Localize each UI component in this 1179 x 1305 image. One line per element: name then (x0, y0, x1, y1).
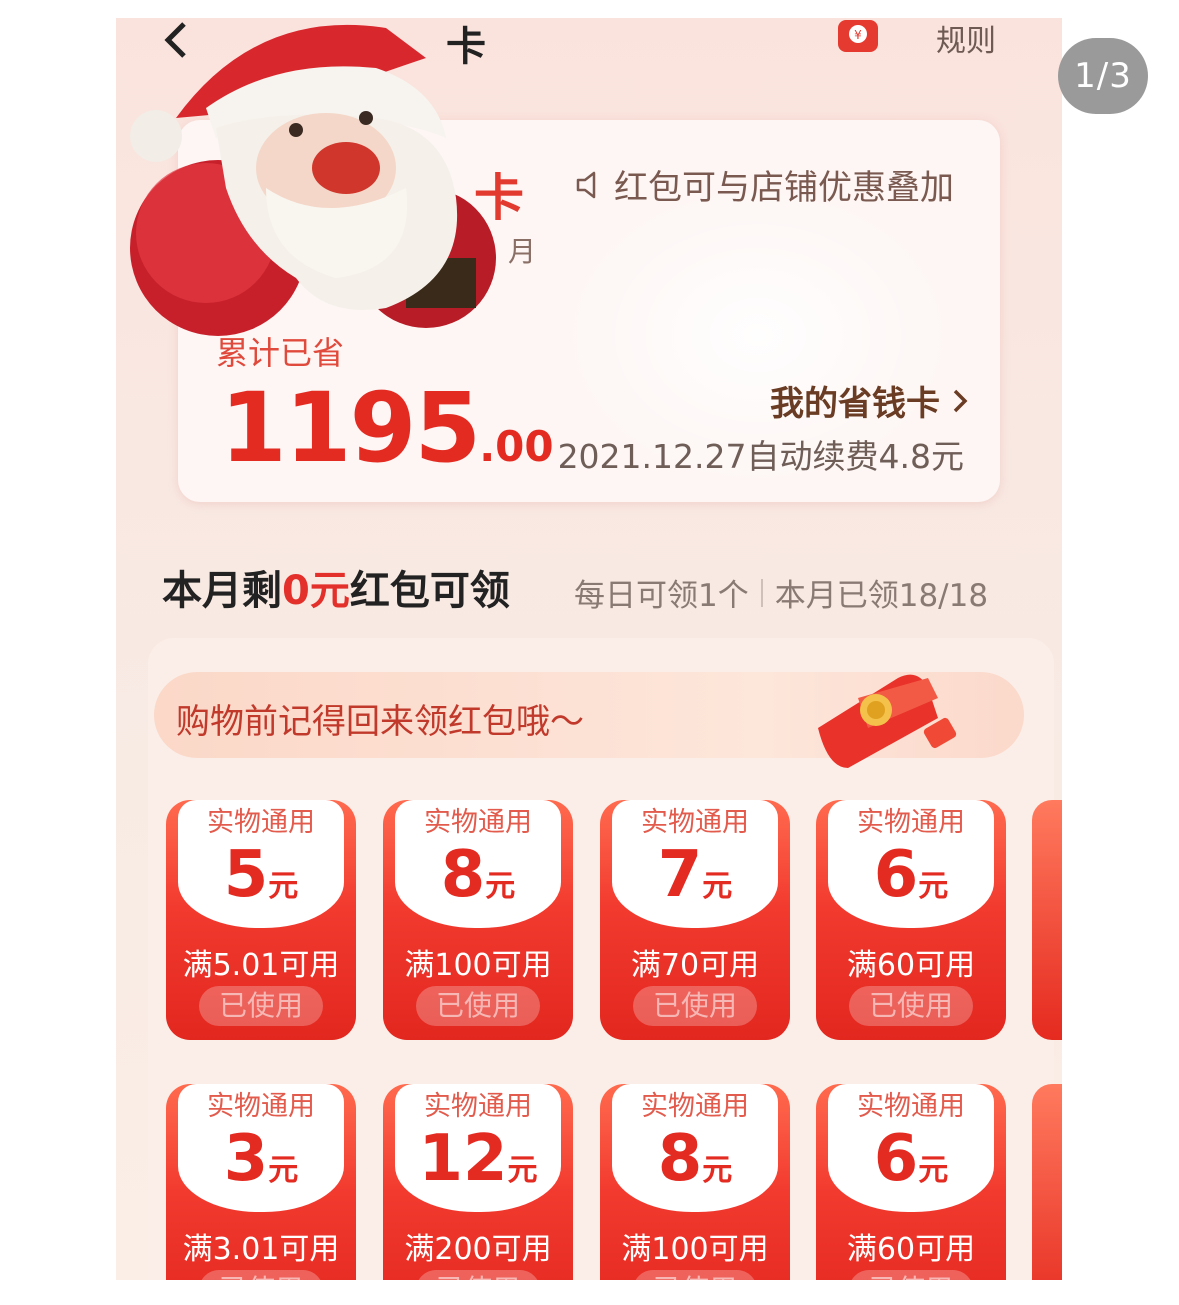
coupon-amount: 6 (873, 838, 919, 912)
coupon-status-button[interactable]: 已使用 (199, 1270, 323, 1280)
coupon-tag: 实物通用 (857, 1091, 965, 1122)
coupon-status-button[interactable]: 已使用 (849, 1270, 973, 1280)
page-counter: 1/3 (1058, 38, 1148, 114)
coupon-unit: 元 (702, 869, 733, 904)
coupon-status-button[interactable]: 已使用 (849, 986, 973, 1026)
coupon-value: 6元 (816, 838, 1006, 912)
coupon-unit: 元 (268, 869, 299, 904)
coupon-unit: 元 (485, 869, 516, 904)
coupon-value: 3元 (166, 1122, 356, 1196)
coupon-value: 6元 (816, 1122, 1006, 1196)
speaker-icon (576, 171, 596, 198)
coupon-condition: 满200可用 (404, 1232, 552, 1267)
month-title-pre: 本月剩 (162, 568, 282, 614)
coupon-amount: 8 (440, 838, 486, 912)
claimed-count-text: 本月已领18/18 (774, 578, 989, 614)
coupon-unit: 元 (507, 1153, 538, 1188)
coupon-tag: 实物通用 (641, 1091, 749, 1122)
coupon-tag: 实物通用 (207, 807, 315, 838)
my-card-link[interactable]: 我的省钱卡 (770, 376, 970, 425)
coupon-tag: 实物通用 (424, 1091, 532, 1122)
coupon-condition: 满3.01可用 (182, 1232, 340, 1267)
coupon-value: 8元 (383, 838, 573, 912)
santa-sticker (130, 24, 496, 336)
month-title: 本月剩0元红包可领 (162, 558, 510, 616)
coupon-card[interactable]: 实物通用 3元 满3.01可用 已使用 (166, 1084, 356, 1280)
phone-screenshot: 卡 ¥ 规则 卡 月 红包可与店铺优惠叠加 累计已省 1195.00 我的省钱卡… (116, 18, 1062, 1280)
coupon-card-partial[interactable] (1032, 800, 1062, 1040)
notice-bar: 红包可与店铺优惠叠加 (574, 160, 954, 209)
coupon-card[interactable]: 实物通用 8元 满100可用 已使用 (383, 800, 573, 1040)
coupon-condition: 满100可用 (621, 1232, 769, 1267)
coupon-condition: 满60可用 (846, 948, 976, 983)
coupon-amount: 3 (223, 1122, 269, 1196)
coupon-card[interactable]: 实物通用 5元 满5.01可用 已使用 (166, 800, 356, 1040)
coupon-unit: 元 (918, 1153, 949, 1188)
coupon-card-partial[interactable] (1032, 1084, 1062, 1280)
coupon-amount: 8 (657, 1122, 703, 1196)
coupon-card[interactable]: 实物通用 6元 满60可用 已使用 (816, 800, 1006, 1040)
svg-text:¥: ¥ (854, 28, 862, 42)
coupon-amount: 6 (873, 1122, 919, 1196)
coupon-tag: 实物通用 (641, 807, 749, 838)
coupon-status-button[interactable]: 已使用 (633, 1270, 757, 1280)
coupon-condition: 满70可用 (630, 948, 760, 983)
redpack-decoration-icon (818, 674, 957, 768)
coupon-tag: 实物通用 (207, 1091, 315, 1122)
coupon-value: 12元 (383, 1122, 573, 1196)
saved-amount: 1195.00 (220, 372, 554, 484)
coupon-tag: 实物通用 (857, 807, 965, 838)
redpack-icon[interactable]: ¥ (836, 18, 880, 54)
coupon-condition: 满60可用 (846, 1232, 976, 1267)
coupon-status-button[interactable]: 已使用 (633, 986, 757, 1026)
rules-link[interactable]: 规则 (936, 18, 996, 60)
coupon-unit: 元 (268, 1153, 299, 1188)
coupon-value: 5元 (166, 838, 356, 912)
saved-amount-integer: 1195 (220, 372, 481, 484)
coupon-card[interactable]: 实物通用 6元 满60可用 已使用 (816, 1084, 1006, 1280)
coupon-value: 8元 (600, 1122, 790, 1196)
daily-limit-text: 每日可领1个 (574, 578, 749, 614)
coupon-condition: 满100可用 (404, 948, 552, 983)
coupon-status-button[interactable]: 已使用 (416, 1270, 540, 1280)
coupon-amount: 5 (223, 838, 269, 912)
coupon-value: 7元 (600, 838, 790, 912)
coupon-status-button[interactable]: 已使用 (199, 986, 323, 1026)
my-card-link-label: 我的省钱卡 (770, 384, 940, 424)
coupon-amount: 7 (657, 838, 703, 912)
coupon-card[interactable]: 实物通用 8元 满100可用 已使用 (600, 1084, 790, 1280)
notice-text: 红包可与店铺优惠叠加 (614, 168, 954, 208)
coupon-card[interactable]: 实物通用 12元 满200可用 已使用 (383, 1084, 573, 1280)
month-meta: 每日可领1个 本月已领18/18 (574, 570, 988, 615)
coupon-card[interactable]: 实物通用 7元 满70可用 已使用 (600, 800, 790, 1040)
coupon-tag: 实物通用 (424, 807, 532, 838)
coupon-unit: 元 (918, 869, 949, 904)
saved-amount-decimal: .00 (479, 422, 554, 471)
chevron-right-icon (953, 389, 968, 412)
month-title-post: 红包可领 (349, 568, 510, 614)
coupon-condition: 满5.01可用 (182, 948, 340, 983)
reminder-text: 购物前记得回来领红包哦～ (176, 702, 584, 742)
auto-renew-text: 2021.12.27自动续费4.8元 (557, 437, 964, 476)
month-remaining-amount: 0元 (282, 568, 350, 614)
coupon-status-button[interactable]: 已使用 (416, 986, 540, 1026)
divider (760, 578, 763, 607)
coupon-amount: 12 (418, 1122, 508, 1196)
coupon-unit: 元 (702, 1153, 733, 1188)
